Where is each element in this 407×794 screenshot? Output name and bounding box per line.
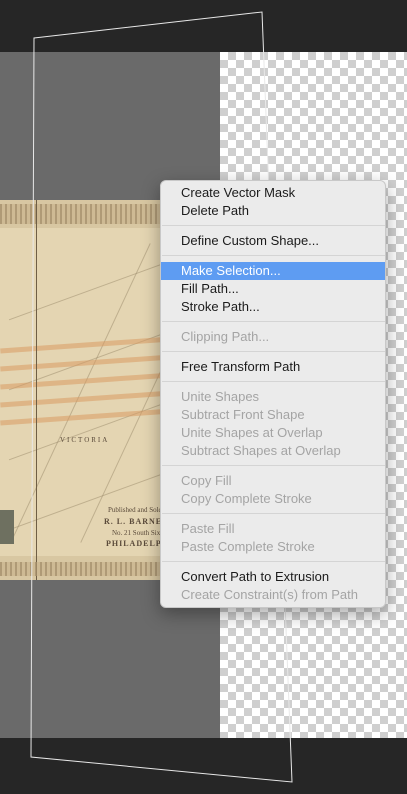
bottom-bar <box>0 738 407 794</box>
context-menu: Create Vector Mask Delete Path Define Cust… <box>160 180 386 608</box>
menu-item-subtract-front-shape: Subtract Front Shape <box>181 407 305 422</box>
menu-item-delete-path[interactable]: Delete Path <box>161 202 385 220</box>
menu-item-make-selection[interactable]: Make Selection... <box>161 262 385 280</box>
top-bar <box>0 0 407 52</box>
menu-item-create-constraint-s-from-path: Create Constraint(s) from Path <box>181 587 359 602</box>
menu-item-copy-fill: Copy Fill <box>181 473 232 488</box>
map-corner-detail <box>0 510 14 544</box>
menu-item-paste-complete-stroke: Paste Complete Stroke <box>181 539 315 554</box>
menu-item-copy-complete-stroke: Copy Complete Stroke <box>181 491 312 506</box>
menu-item-unite-shapes-at-overlap: Unite Shapes at Overlap <box>181 425 323 440</box>
menu-item-convert-path-to-extrusion[interactable]: Convert Path to Extrusion <box>161 568 385 586</box>
menu-separator <box>162 351 385 352</box>
map-caption-line2: R. L. BARNE <box>104 517 163 526</box>
menu-separator <box>162 465 385 466</box>
menu-item-fill-path[interactable]: Fill Path... <box>161 280 385 298</box>
menu-separator <box>162 225 385 226</box>
menu-separator <box>162 561 385 562</box>
menu-separator <box>162 381 385 382</box>
menu-separator <box>162 513 385 514</box>
menu-separator <box>162 255 385 256</box>
menu-separator <box>162 321 385 322</box>
menu-item-clipping-path: Clipping Path... <box>181 329 270 344</box>
menu-item-free-transform-path[interactable]: Free Transform Path <box>161 358 385 376</box>
menu-item-paste-fill: Paste Fill <box>181 521 235 536</box>
menu-item-unite-shapes: Unite Shapes <box>181 389 260 404</box>
menu-item-stroke-path[interactable]: Stroke Path... <box>161 298 385 316</box>
menu-item-subtract-shapes-at-overlap: Subtract Shapes at Overlap <box>181 443 341 458</box>
menu-item-create-vector-mask[interactable]: Create Vector Mask <box>161 184 385 202</box>
map-caption-line1: Published and Sold <box>108 506 163 514</box>
menu-item-define-custom-shape[interactable]: Define Custom Shape... <box>161 232 385 250</box>
map-region-label: VICTORIA <box>60 436 110 444</box>
map-fold-line <box>36 200 37 580</box>
